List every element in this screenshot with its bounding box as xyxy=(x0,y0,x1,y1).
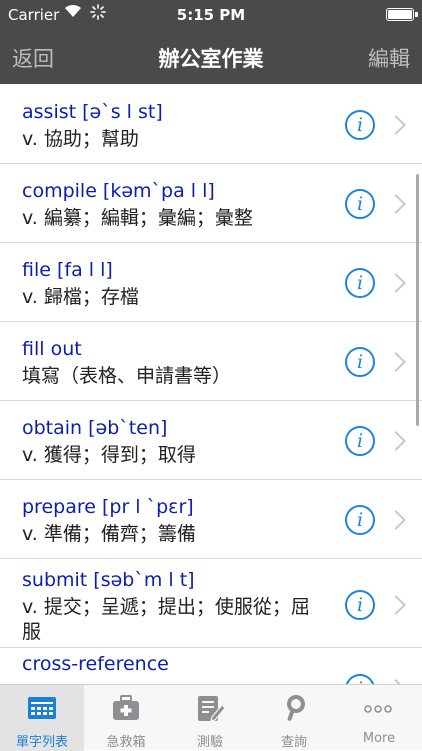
chevron-right-icon xyxy=(386,115,406,135)
quiz-icon xyxy=(194,693,226,723)
list-item[interactable]: assist [ə`s l st] v. 協助；幫助 i xyxy=(0,84,422,164)
tab-label: More xyxy=(362,731,396,746)
list-item[interactable]: file [fa l l] v. 歸檔；存檔 i xyxy=(0,243,422,322)
entry-definition: v. 獲得；得到；取得 xyxy=(22,444,196,466)
entry-definition: v. 歸檔；存檔 xyxy=(22,286,139,308)
tab-word-list[interactable]: 單字列表 xyxy=(0,685,84,751)
entry-word: compile [kəm`pa l l] xyxy=(22,180,215,202)
navigation-bar: 返回 辦公室作業 編輯 xyxy=(0,30,422,84)
status-bar: Carrier 5:15 PM xyxy=(0,0,422,30)
entry-word: submit [səb`m l t] xyxy=(22,569,195,591)
info-icon[interactable]: i xyxy=(345,505,375,535)
chevron-right-icon xyxy=(386,194,406,214)
entry-word: prepare [pr l `pɛr] xyxy=(22,496,194,518)
info-icon[interactable]: i xyxy=(345,590,375,620)
list-item[interactable]: fill out 填寫（表格、申請書等） i xyxy=(0,322,422,401)
info-icon[interactable]: i xyxy=(345,426,375,456)
tab-more[interactable]: More xyxy=(336,685,422,751)
tab-first-aid[interactable]: 急救箱 xyxy=(84,685,168,751)
info-icon[interactable]: i xyxy=(345,347,375,377)
info-icon[interactable]: i xyxy=(345,268,375,298)
entry-word: assist [ə`s l st] xyxy=(22,101,163,123)
info-icon[interactable]: i xyxy=(345,189,375,219)
chevron-right-icon xyxy=(386,273,406,293)
word-list-icon xyxy=(26,693,58,723)
edit-button[interactable]: 編輯 xyxy=(368,43,410,73)
tab-quiz[interactable]: 測驗 xyxy=(168,685,252,751)
word-list[interactable]: assist [ə`s l st] v. 協助；幫助 i compile [kə… xyxy=(0,84,422,684)
tab-label: 查詢 xyxy=(280,735,307,750)
entry-word: cross-reference xyxy=(22,653,169,675)
list-item[interactable]: compile [kəm`pa l l] v. 編纂；編輯；彙編；彙整 i xyxy=(0,164,422,243)
clock: 5:15 PM xyxy=(176,6,246,24)
battery-icon xyxy=(386,8,418,21)
search-icon xyxy=(278,693,310,723)
entry-definition: v. 提交；呈遞；提出；使服從；屈服 xyxy=(22,596,310,643)
page-title: 辦公室作業 xyxy=(158,47,264,71)
list-item[interactable]: submit [səb`m l t] v. 提交；呈遞；提出；使服從；屈服 i xyxy=(0,559,422,648)
list-item[interactable]: cross-reference i xyxy=(0,648,422,684)
tab-bar: 單字列表 急救箱 測驗 查詢 More xyxy=(0,684,422,751)
entry-definition: 填寫（表格、申請書等） xyxy=(22,365,232,387)
tab-search[interactable]: 查詢 xyxy=(252,685,336,751)
info-icon[interactable]: i xyxy=(345,110,375,140)
entry-definition: v. 準備；備齊；籌備 xyxy=(22,523,196,545)
chevron-right-icon xyxy=(386,431,406,451)
tab-label: 單字列表 xyxy=(15,735,68,750)
info-icon[interactable]: i xyxy=(345,674,375,684)
entry-word: file [fa l l] xyxy=(22,259,113,281)
chevron-right-icon xyxy=(386,352,406,372)
tab-label: 測驗 xyxy=(196,735,223,750)
entry-word: obtain [əb`ten] xyxy=(22,417,168,439)
entry-word: fill out xyxy=(22,338,82,360)
chevron-right-icon xyxy=(386,595,406,615)
list-item[interactable]: obtain [əb`ten] v. 獲得；得到；取得 i xyxy=(0,401,422,480)
list-item[interactable]: prepare [pr l `pɛr] v. 準備；備齊；籌備 i xyxy=(0,480,422,559)
chevron-right-icon xyxy=(386,510,406,530)
more-icon xyxy=(362,693,394,723)
entry-definition: v. 協助；幫助 xyxy=(22,128,139,150)
scrollbar[interactable] xyxy=(416,174,419,426)
entry-definition: v. 編纂；編輯；彙編；彙整 xyxy=(22,207,253,229)
tab-label: 急救箱 xyxy=(106,735,146,750)
first-aid-kit-icon xyxy=(110,693,142,723)
